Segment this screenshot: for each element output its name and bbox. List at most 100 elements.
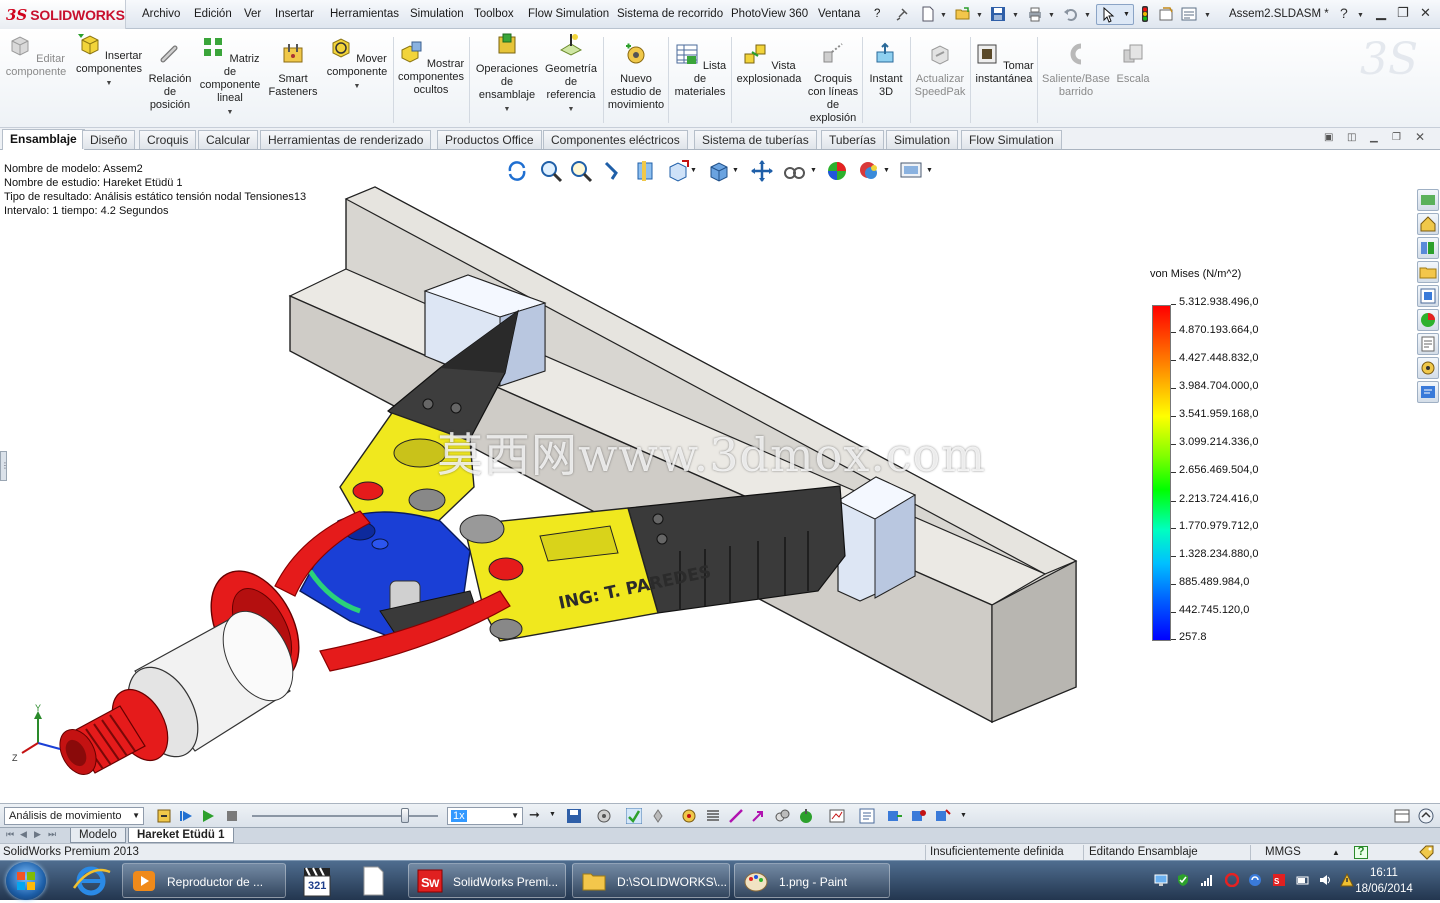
tab-modelo[interactable]: Modelo — [70, 828, 126, 843]
tile-viewport-icon[interactable]: ▣ — [1324, 132, 1333, 143]
play-icon[interactable] — [200, 808, 216, 824]
chevron-down-icon[interactable]: ▼ — [1204, 12, 1211, 19]
chevron-up-icon[interactable]: ▲ — [1332, 848, 1340, 857]
chevron-down-icon[interactable]: ▼ — [542, 103, 600, 116]
contact-icon[interactable] — [774, 808, 790, 824]
rotate-view-icon[interactable] — [505, 159, 529, 183]
new-document-icon[interactable] — [920, 6, 936, 22]
tab-croquis[interactable]: Croquis — [139, 130, 197, 149]
sweep-boss-button[interactable]: Saliente/Base barrido — [1040, 42, 1112, 99]
battery-icon[interactable] — [1296, 873, 1310, 887]
taskbar-calendar-app[interactable]: 321 — [292, 864, 342, 898]
start-button[interactable] — [6, 862, 46, 900]
previous-view-icon[interactable] — [602, 159, 626, 183]
chevron-down-icon[interactable]: ▼ — [883, 167, 890, 174]
tab-motion-study[interactable]: Hareket Etüdü 1 — [128, 828, 234, 843]
filter-animated-icon[interactable] — [887, 808, 903, 824]
yellow-arm-right[interactable] — [459, 507, 659, 642]
chevron-down-icon[interactable]: ▼ — [940, 12, 947, 19]
motion-tab[interactable] — [1417, 357, 1439, 379]
pan-icon[interactable] — [750, 159, 774, 183]
custom-properties-tab[interactable] — [1417, 333, 1439, 355]
filter-driving-icon[interactable] — [911, 808, 927, 824]
undo-icon[interactable] — [1063, 6, 1079, 22]
open-folder-icon[interactable] — [955, 6, 971, 22]
linear-pattern-button[interactable]: Matriz de componente lineal ▼ — [198, 35, 262, 119]
calculate-icon[interactable] — [156, 808, 172, 824]
first-tab-arrow-icon[interactable]: ⏮ — [6, 829, 14, 840]
security-shield-icon[interactable] — [1176, 873, 1190, 887]
new-motion-study-button[interactable]: Nuevo estudio de movimiento — [606, 42, 666, 112]
tab-calcular[interactable]: Calcular — [198, 130, 259, 149]
taskbar-paint[interactable]: 1.png - Paint — [734, 863, 890, 898]
chevron-down-icon[interactable]: ▼ — [810, 167, 817, 174]
chevron-down-icon[interactable]: ▼ — [960, 812, 967, 819]
menu-edicion[interactable]: Edición — [194, 8, 232, 20]
menu-photoview[interactable]: PhotoView 360 — [731, 8, 808, 20]
motion-study-properties-icon[interactable] — [859, 808, 875, 824]
scale-button[interactable]: Escala — [1114, 42, 1152, 86]
view-palette-tab[interactable] — [1417, 285, 1439, 307]
home-tab[interactable] — [1417, 213, 1439, 235]
instant-3d-button[interactable]: Instant 3D — [864, 42, 908, 99]
playback-speed-select[interactable]: 1x ▼ — [447, 807, 523, 825]
tab-flow-simulation[interactable]: Flow Simulation — [961, 130, 1062, 149]
explode-line-sketch-button[interactable]: Croquis con líneas de explosión — [806, 42, 860, 125]
taskbar-solidworks[interactable]: SW SolidWorks Premi... — [408, 863, 566, 898]
pin-icon[interactable] — [894, 6, 910, 22]
internet-explorer-icon[interactable] — [66, 864, 116, 898]
chevron-down-icon[interactable]: ▼ — [732, 167, 739, 174]
volume-icon[interactable] — [1318, 873, 1332, 887]
menu-toolbox[interactable]: Toolbox — [474, 8, 514, 20]
sync-icon[interactable] — [1248, 873, 1262, 887]
previous-tab-arrow-icon[interactable]: ◀ — [20, 829, 27, 840]
tab-tuberias[interactable]: Tuberías — [821, 130, 884, 149]
spring-icon[interactable] — [705, 808, 721, 824]
damper-icon[interactable] — [728, 808, 744, 824]
menu-insertar[interactable]: Insertar — [275, 8, 314, 20]
exploded-view-button[interactable]: Vista explosionada — [734, 42, 804, 86]
tab-sistema-tuberias[interactable]: Sistema de tuberías — [694, 130, 817, 149]
rebuild-traffic-light-icon[interactable] — [1137, 6, 1153, 22]
chevron-down-icon[interactable]: ▼ — [690, 167, 697, 174]
chevron-down-icon[interactable]: ▼ — [1012, 12, 1019, 19]
display-style-icon[interactable] — [707, 159, 731, 183]
last-tab-arrow-icon[interactable]: ⏭ — [48, 829, 56, 840]
menu-help[interactable]: ? — [874, 8, 880, 20]
stop-icon[interactable] — [224, 808, 240, 824]
view-orientation-icon[interactable] — [666, 159, 690, 183]
bill-of-materials-button[interactable]: Lista de materiales — [671, 42, 729, 99]
blank-document-icon[interactable] — [348, 864, 398, 898]
sw-forum-tab[interactable] — [1417, 381, 1439, 403]
minimize-icon[interactable]: ▁ — [1376, 5, 1386, 21]
network-monitor-icon[interactable] — [1154, 873, 1168, 887]
mate-button[interactable]: Relación de posición — [146, 42, 194, 112]
chevron-down-icon[interactable]: ▼ — [472, 103, 542, 116]
doc-minimize-icon[interactable]: ▁ — [1370, 132, 1378, 143]
options-icon[interactable] — [1181, 6, 1197, 22]
appearances-tab[interactable] — [1417, 309, 1439, 331]
chevron-down-icon[interactable]: ▼ — [198, 106, 262, 119]
show-hidden-components-button[interactable]: Mostrar componentes ocultos — [396, 40, 466, 97]
chevron-down-icon[interactable]: ▼ — [976, 12, 983, 19]
edit-appearance-icon[interactable] — [825, 159, 849, 183]
insert-components-button[interactable]: Insertar componentes ▼ — [74, 32, 144, 90]
taskbar-media-player[interactable]: Reproductor de ... — [122, 863, 286, 898]
reference-geometry-button[interactable]: Geometría de referencia ▼ — [542, 32, 600, 116]
rebuild-tag-icon[interactable] — [1418, 845, 1434, 860]
file-properties-icon[interactable] — [1158, 6, 1174, 22]
autokey-icon[interactable] — [626, 808, 642, 824]
menu-herramientas[interactable]: Herramientas — [330, 8, 399, 20]
save-animation-icon[interactable] — [566, 808, 582, 824]
tab-simulation[interactable]: Simulation — [886, 130, 959, 149]
doc-restore-icon[interactable]: ❐ — [1392, 132, 1401, 143]
playback-mode-icon[interactable]: ➞ — [529, 807, 540, 823]
unit-system[interactable]: MMGS — [1265, 846, 1301, 858]
menu-archivo[interactable]: Archivo — [142, 8, 180, 20]
signal-bars-icon[interactable] — [1200, 873, 1214, 887]
menu-ver[interactable]: Ver — [244, 8, 261, 20]
menu-sistema-recorrido[interactable]: Sistema de recorrido — [617, 8, 723, 20]
chevron-down-icon[interactable]: ▼ — [549, 811, 556, 818]
tab-diseno[interactable]: Diseño — [82, 130, 136, 149]
tab-herramientas-renderizado[interactable]: Herramientas de renderizado — [260, 130, 432, 149]
